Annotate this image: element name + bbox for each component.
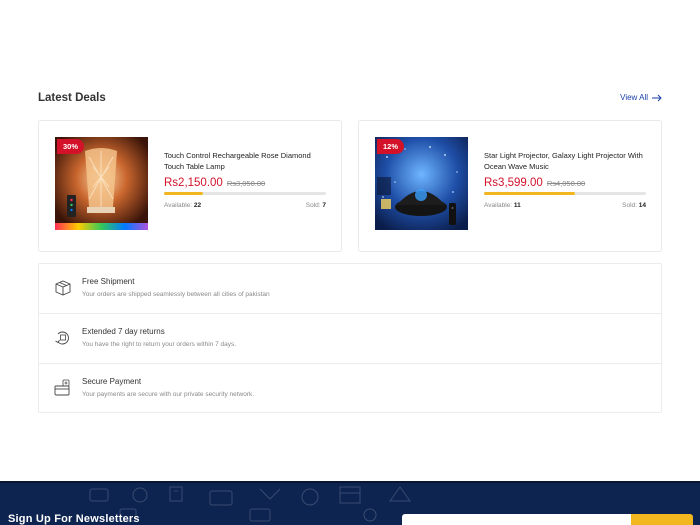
newsletter-email-input[interactable] (402, 514, 632, 525)
product-image-star-projector[interactable]: 12% (375, 137, 468, 230)
stock-progress-fill (484, 192, 575, 195)
sale-price: Rs2,150.00 (164, 177, 223, 189)
return-icon (55, 331, 69, 345)
view-all-label: View All (620, 93, 648, 102)
newsletter-footer: Sign Up For Newsletters (0, 481, 700, 525)
arrow-right-icon (652, 94, 662, 101)
stock-progress-bar (164, 192, 326, 195)
feature-title: Extended 7 day returns (82, 327, 165, 336)
payment-icon (54, 379, 70, 396)
deal-card[interactable]: 30% Touch Control Rechargeable Rose Diam… (38, 120, 342, 252)
view-all-link[interactable]: View All (620, 93, 662, 102)
sold-count: Sold: 7 (305, 202, 326, 209)
newsletter-title: Sign Up For Newsletters (8, 513, 140, 525)
sold-count: Sold: 14 (622, 202, 646, 209)
available-count: Available: 22 (164, 202, 202, 209)
newsletter-submit-button[interactable] (631, 514, 693, 525)
discount-badge: 12% (377, 139, 405, 154)
latest-deals-header: Latest Deals View All (38, 92, 662, 108)
feature-description: You have the right to return your orders… (82, 341, 237, 348)
stock-progress-fill (164, 192, 203, 195)
feature-title: Secure Payment (82, 377, 142, 386)
box-icon (55, 280, 71, 296)
feature-title: Free Shipment (82, 277, 135, 286)
original-price: Rs4,050.00 (546, 179, 586, 188)
sale-price: Rs3,599.00 (484, 177, 543, 189)
discount-badge: 30% (57, 139, 85, 154)
available-count: Available: 11 (484, 202, 521, 209)
deal-card[interactable]: 12% Star Light Projector, Galaxy Light P… (358, 120, 662, 252)
feature-description: Your orders are shipped seamlessly betwe… (82, 291, 270, 298)
product-title[interactable]: Star Light Projector, Galaxy Light Proje… (484, 151, 646, 173)
feature-secure-payment: Secure Payment Your payments are secure … (39, 364, 661, 414)
product-image-rose-lamp[interactable]: 30% (55, 137, 148, 230)
feature-free-shipment: Free Shipment Your orders are shipped se… (39, 264, 661, 314)
feature-returns: Extended 7 day returns You have the righ… (39, 314, 661, 364)
feature-description: Your payments are secure with our privat… (82, 391, 255, 398)
stock-progress-bar (484, 192, 646, 195)
original-price: Rs3,050.00 (226, 179, 266, 188)
section-title: Latest Deals (38, 92, 106, 104)
product-title[interactable]: Touch Control Rechargeable Rose Diamond … (164, 151, 326, 173)
features-panel: Free Shipment Your orders are shipped se… (38, 263, 662, 413)
